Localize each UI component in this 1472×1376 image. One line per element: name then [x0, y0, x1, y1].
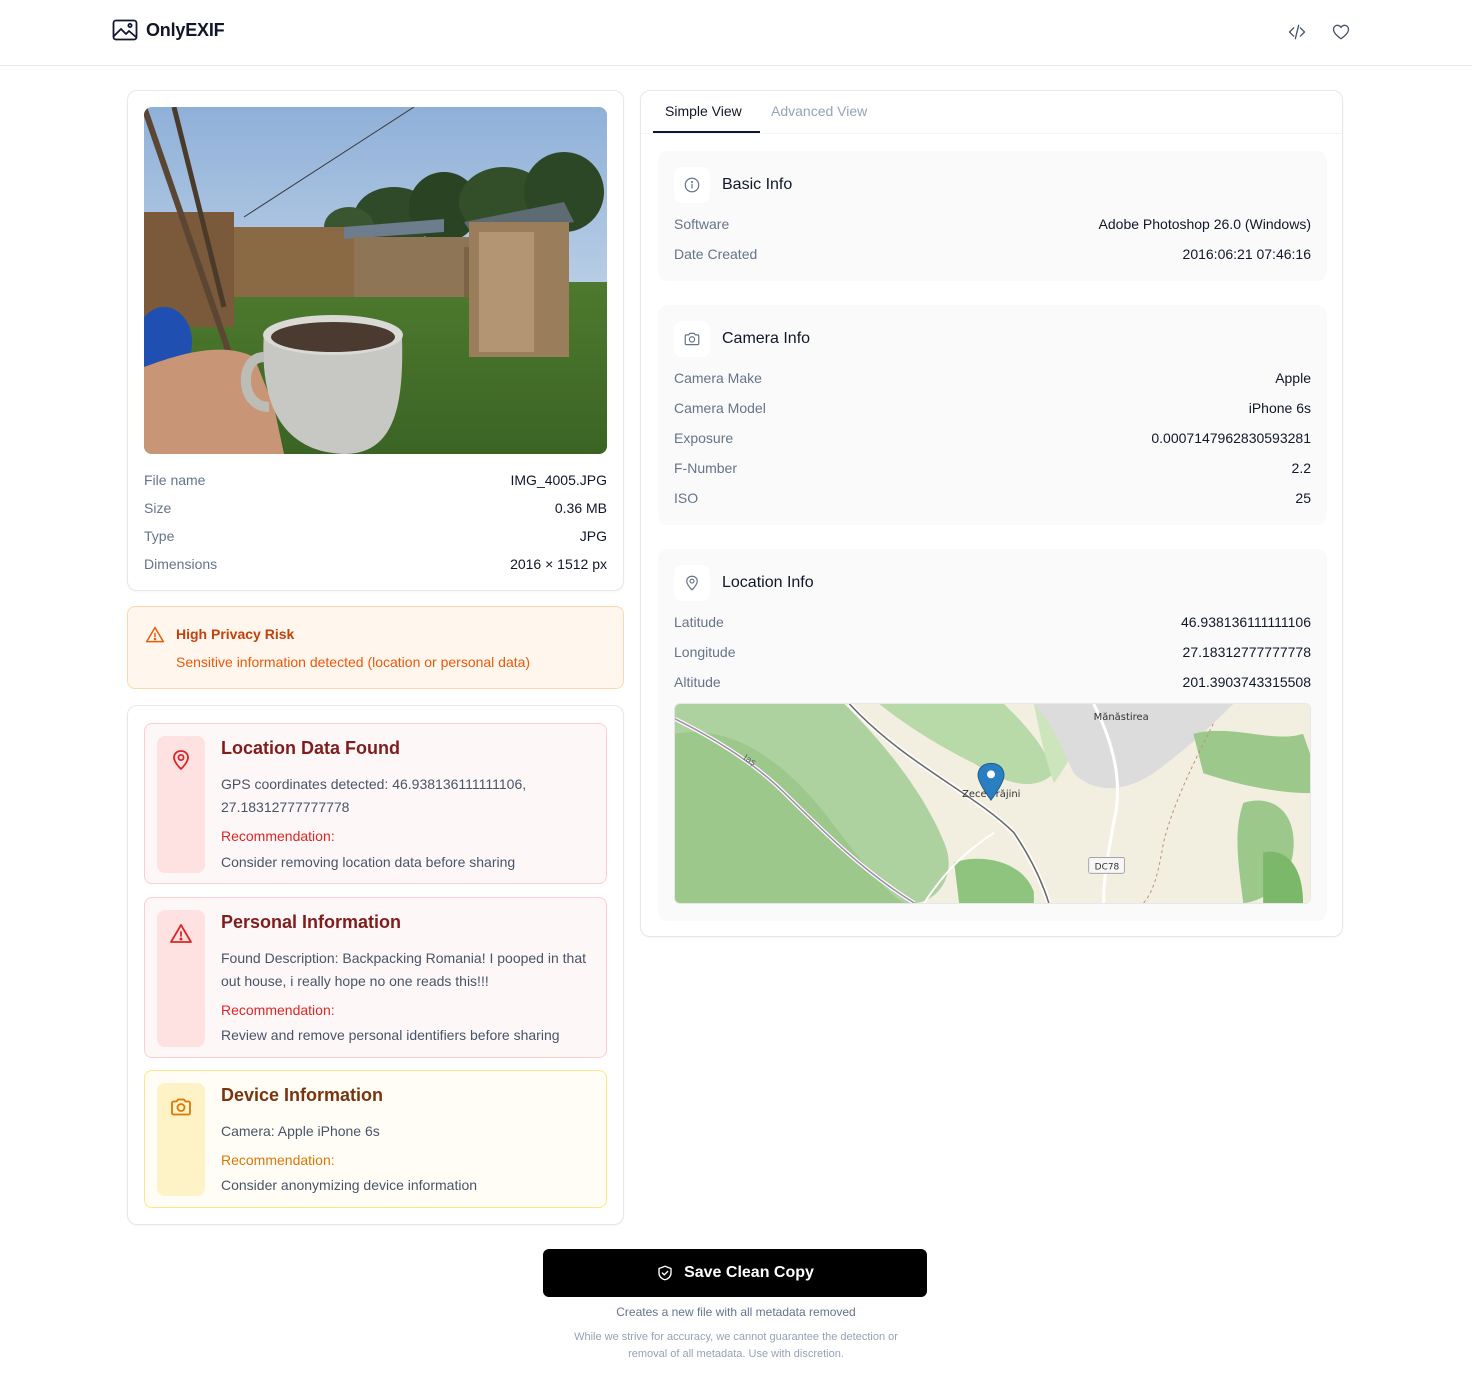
date-created-label: Date Created [674, 246, 758, 262]
heart-icon[interactable] [1329, 20, 1353, 44]
location-info-section: Location Info Latitude 46.93813611111110… [658, 549, 1327, 921]
active-tab-indicator [653, 131, 760, 133]
latitude-value: 46.938136111111106 [1180, 614, 1311, 630]
file-name-value: IMG_4005.JPG [510, 472, 608, 488]
file-name-row: File name IMG_4005.JPG [144, 472, 607, 488]
file-dimensions-label: Dimensions [144, 556, 218, 572]
finding-description: Found Description: Backpacking Romania! … [221, 950, 586, 989]
date-created-value: 2016:06:21 07:46:16 [1182, 246, 1311, 262]
longitude-label: Longitude [674, 644, 736, 660]
warning-icon [145, 626, 165, 643]
latitude-row: Latitude 46.938136111111106 [674, 614, 1311, 630]
app-name: OnlyEXIF [146, 19, 225, 40]
tab-simple-view[interactable]: Simple View [665, 103, 742, 119]
section-title: Camera Info [722, 330, 811, 347]
map-label-dc78: DC78 [1095, 862, 1120, 872]
date-created-row: Date Created 2016:06:21 07:46:16 [674, 246, 1311, 262]
risk-title: High Privacy Risk [176, 626, 295, 642]
map-pin-icon [674, 565, 710, 601]
image-icon [112, 19, 138, 41]
recommendation-label: Recommendation: [221, 1152, 335, 1168]
finding-title: Device Information [221, 1085, 384, 1105]
exposure-value: 0.0007147962830593281 [1151, 430, 1311, 446]
file-size-value: 0.36 MB [554, 500, 607, 516]
software-label: Software [674, 216, 730, 232]
file-type-value: JPG [579, 528, 607, 544]
file-name-label: File name [144, 472, 206, 488]
finding-description: Camera: Apple iPhone 6s [221, 1123, 380, 1139]
recommendation-text: Consider anonymizing device information [221, 1177, 478, 1193]
brand[interactable]: OnlyEXIF [112, 19, 225, 41]
camera-model-value: iPhone 6s [1248, 400, 1311, 416]
file-type-label: Type [144, 528, 175, 544]
finding-title: Location Data Found [221, 738, 400, 758]
code-icon[interactable] [1285, 20, 1309, 44]
exposure-row: Exposure 0.0007147962830593281 [674, 430, 1311, 446]
altitude-value: 201.3903743315508 [1182, 674, 1311, 690]
f-number-label: F-Number [674, 460, 738, 476]
camera-info-section: Camera Info Camera Make Apple Camera Mod… [658, 305, 1327, 525]
iso-value: 25 [1295, 490, 1311, 506]
file-size-row: Size 0.36 MB [144, 500, 607, 516]
camera-make-value: Apple [1275, 370, 1311, 386]
findings-card: Location Data Found GPS coordinates dete… [127, 705, 624, 1225]
software-row: Software Adobe Photoshop 26.0 (Windows) [674, 216, 1311, 232]
save-button-label: Save Clean Copy [684, 1264, 814, 1281]
metadata-panel: Simple View Advanced View Basic Info Sof… [640, 90, 1343, 937]
f-number-row: F-Number 2.2 [674, 460, 1311, 476]
recommendation-text: Consider removing location data before s… [221, 854, 516, 870]
privacy-risk-banner: High Privacy Risk Sensitive information … [127, 606, 624, 689]
section-title: Location Info [722, 574, 814, 591]
file-dimensions-row: Dimensions 2016 × 1512 px [144, 556, 607, 572]
camera-icon [171, 1098, 191, 1116]
disclaimer: While we strive for accuracy, we cannot … [574, 1331, 898, 1360]
camera-icon [674, 321, 710, 357]
recommendation-label: Recommendation: [221, 828, 335, 844]
file-card: File name IMG_4005.JPG Size 0.36 MB Type… [127, 90, 624, 591]
shield-check-icon [658, 1265, 672, 1281]
iso-label: ISO [674, 490, 699, 506]
risk-description: Sensitive information detected (location… [176, 654, 531, 670]
camera-make-label: Camera Make [674, 370, 762, 386]
finding-personal: Personal Information Found Description: … [144, 897, 607, 1058]
file-dimensions-value: 2016 × 1512 px [510, 556, 607, 572]
finding-title: Personal Information [221, 912, 402, 932]
altitude-row: Altitude 201.3903743315508 [674, 674, 1311, 690]
camera-model-label: Camera Model [674, 400, 766, 416]
map-label-manastirea: Mănăstirea [1094, 712, 1149, 723]
software-value: Adobe Photoshop 26.0 (Windows) [1098, 216, 1311, 232]
camera-model-row: Camera Model iPhone 6s [674, 400, 1311, 416]
finding-description: GPS coordinates detected: 46.93813611111… [221, 776, 527, 815]
exposure-label: Exposure [674, 430, 734, 446]
f-number-value: 2.2 [1291, 460, 1311, 476]
iso-row: ISO 25 [674, 490, 1311, 506]
basic-info-section: Basic Info Software Adobe Photoshop 26.0… [658, 151, 1327, 281]
tab-advanced-view[interactable]: Advanced View [771, 103, 867, 119]
recommendation-label: Recommendation: [221, 1002, 335, 1018]
finding-device: Device Information Camera: Apple iPhone … [144, 1070, 607, 1208]
save-subtitle: Creates a new file with all metadata rem… [616, 1305, 856, 1319]
altitude-label: Altitude [674, 674, 721, 690]
location-map[interactable]: Mănăstirea Zece Prăjini DC78 Iaș [674, 703, 1311, 904]
warning-icon [170, 924, 192, 943]
info-icon [674, 167, 710, 203]
camera-make-row: Camera Make Apple [674, 370, 1311, 386]
top-bar: OnlyEXIF [0, 0, 1472, 66]
uploaded-photo [144, 107, 607, 454]
view-tabs: Simple View Advanced View [641, 91, 1342, 134]
file-size-label: Size [144, 500, 172, 516]
longitude-value: 27.18312777777778 [1182, 644, 1311, 660]
save-clean-copy-button[interactable]: Save Clean Copy [543, 1249, 927, 1297]
finding-location: Location Data Found GPS coordinates dete… [144, 723, 607, 884]
map-pin-icon [173, 750, 189, 770]
latitude-label: Latitude [674, 614, 724, 630]
recommendation-text: Review and remove personal identifiers b… [221, 1027, 560, 1043]
file-type-row: Type JPG [144, 528, 607, 544]
longitude-row: Longitude 27.18312777777778 [674, 644, 1311, 660]
section-title: Basic Info [722, 176, 793, 193]
